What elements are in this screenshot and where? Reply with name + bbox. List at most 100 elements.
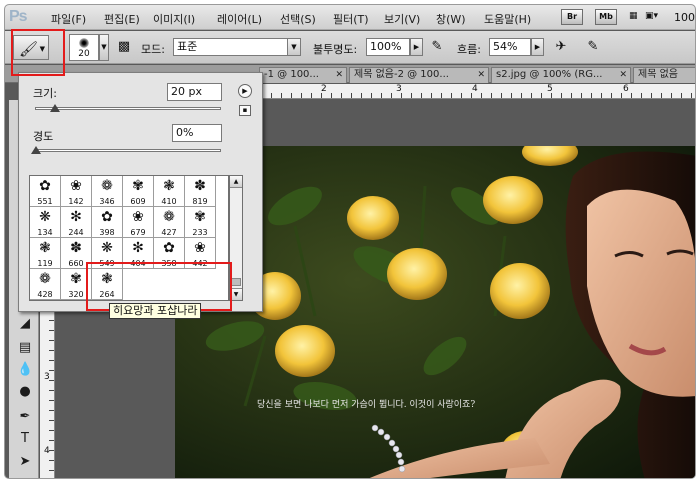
- scroll-thumb[interactable]: [231, 278, 241, 286]
- chevron-down-icon: ▼: [287, 39, 300, 55]
- pressure-size-icon[interactable]: ✎: [585, 39, 601, 55]
- brush-tip-icon: ✾: [132, 178, 144, 194]
- pen-icon[interactable]: ✒: [17, 409, 33, 425]
- menu-edit[interactable]: 편집(E): [104, 11, 140, 27]
- brush-tip-icon: ❀: [194, 240, 206, 256]
- ruler-number: 6: [623, 84, 629, 94]
- ruler-number: 2: [321, 84, 327, 94]
- brush-tip-icon: ✽: [194, 178, 206, 194]
- screen-mode-icon[interactable]: ▣▾: [645, 11, 658, 21]
- photoshop-window: Ps 파일(F) 편집(E) 이미지(I) 레이어(L) 선택(S) 필터(T)…: [4, 4, 696, 479]
- opacity-label: 불투명도:: [313, 43, 358, 56]
- opacity-slider-arrow[interactable]: ▶: [410, 38, 423, 56]
- brush-tip-icon: ✻: [132, 240, 144, 256]
- menu-file[interactable]: 파일(F): [51, 11, 86, 27]
- brush-preset-size: 134: [37, 228, 53, 237]
- brush-tip-icon: ❀: [132, 209, 144, 225]
- brush-preset-19[interactable]: ❁ 428: [30, 269, 61, 300]
- brush-preset-picker[interactable]: 20: [69, 34, 99, 61]
- brush-preset-12[interactable]: ✾ 233: [185, 207, 216, 238]
- size-slider-knob[interactable]: [49, 104, 60, 112]
- close-icon[interactable]: ✕: [619, 68, 627, 82]
- horizontal-ruler: 2 3 4 5 6: [251, 84, 695, 99]
- brush-tip-icon: ✿: [39, 178, 51, 194]
- brush-preset-size: 142: [68, 197, 84, 206]
- size-input[interactable]: 20 px: [167, 83, 222, 101]
- brush-preset-9[interactable]: ✿ 398: [92, 207, 123, 238]
- doc-tab-label: -1 @ 100...: [264, 69, 319, 80]
- airbrush-icon[interactable]: ✈: [553, 39, 569, 55]
- close-icon[interactable]: ✕: [335, 68, 343, 82]
- ruler-number: 5: [547, 84, 553, 94]
- brush-preset-6[interactable]: ✽ 819: [185, 176, 216, 207]
- brush-preset-10[interactable]: ❀ 679: [123, 207, 154, 238]
- photo-caption: 당신을 보면 나보다 먼저 가슴이 뜁니다. 이것이 사랑이죠?: [257, 400, 476, 410]
- eraser-icon[interactable]: ◢: [17, 316, 33, 332]
- brush-preset-size: 551: [37, 197, 53, 206]
- scroll-up-arrow[interactable]: ▲: [230, 176, 242, 188]
- menu-image[interactable]: 이미지(I): [153, 11, 195, 27]
- menu-help[interactable]: 도움말(H): [484, 11, 531, 27]
- close-icon[interactable]: ✕: [477, 68, 485, 82]
- size-label: 크기:: [33, 87, 57, 100]
- brush-preset-dropdown-arrow[interactable]: ▼: [99, 34, 109, 61]
- new-preset-icon[interactable]: ▪: [239, 105, 251, 116]
- brush-preset-size: 119: [37, 259, 53, 268]
- doc-tab-2[interactable]: 제목 없음-2 @ 100... ✕: [349, 67, 489, 83]
- brush-tip-icon: ❀: [70, 178, 82, 194]
- doc-tab-4[interactable]: 제목 없음: [633, 67, 695, 83]
- pressure-opacity-icon[interactable]: ✎: [429, 39, 445, 55]
- menu-select[interactable]: 선택(S): [280, 11, 316, 27]
- mode-value: 표준: [177, 40, 198, 53]
- brush-preset-2[interactable]: ❀ 142: [61, 176, 92, 207]
- brush-preset-1[interactable]: ✿ 551: [30, 176, 61, 207]
- brush-tip-icon: ❃: [39, 240, 51, 256]
- brush-preset-size: 428: [37, 290, 53, 299]
- doc-tab-3[interactable]: s2.jpg @ 100% (RG... ✕: [491, 67, 631, 83]
- mode-select[interactable]: 표준 ▼: [173, 38, 301, 56]
- type-icon[interactable]: T: [17, 431, 33, 447]
- brush-tip-icon: ✻: [70, 209, 82, 225]
- brush-tip-icon: ❁: [101, 178, 113, 194]
- hardness-slider-knob[interactable]: [31, 146, 41, 154]
- hardness-value: 0%: [176, 126, 194, 139]
- brush-preset-7[interactable]: ❋ 134: [30, 207, 61, 238]
- picker-menu-icon[interactable]: ▶: [238, 84, 252, 98]
- brush-preset-size: 233: [192, 228, 208, 237]
- gradient-icon[interactable]: ▤: [17, 340, 33, 356]
- brush-preset-13[interactable]: ❃ 119: [30, 238, 61, 269]
- brush-preset-size: 679: [130, 228, 146, 237]
- doc-tab-label: s2.jpg @ 100% (RG...: [496, 69, 603, 80]
- brush-preset-3[interactable]: ❁ 346: [92, 176, 123, 207]
- mini-bridge-button[interactable]: Mb: [595, 9, 617, 25]
- brush-preset-5[interactable]: ❃ 410: [154, 176, 185, 207]
- brush-preset-4[interactable]: ✾ 609: [123, 176, 154, 207]
- dodge-icon[interactable]: ●: [17, 384, 33, 400]
- menu-layer[interactable]: 레이어(L): [217, 11, 262, 27]
- grid-view-icon[interactable]: ▦: [629, 11, 638, 21]
- brush-preset-size: 398: [99, 228, 115, 237]
- bridge-button[interactable]: Br: [561, 9, 583, 25]
- menu-view[interactable]: 보기(V): [384, 11, 420, 27]
- opacity-input[interactable]: 100%: [366, 38, 410, 56]
- app-logo: Ps: [9, 8, 28, 25]
- doc-tab-label: 제목 없음: [638, 69, 678, 80]
- hardness-slider[interactable]: [31, 146, 221, 154]
- soft-brush-icon: [79, 38, 89, 48]
- zoom-readout[interactable]: 100: [674, 11, 695, 24]
- doc-tab-1[interactable]: -1 @ 100... ✕: [259, 67, 347, 83]
- brush-tip-icon: ❃: [163, 178, 175, 194]
- brush-preset-8[interactable]: ✻ 244: [61, 207, 92, 238]
- menu-bar: Ps 파일(F) 편집(E) 이미지(I) 레이어(L) 선택(S) 필터(T)…: [5, 5, 695, 30]
- blur-icon[interactable]: 💧: [17, 362, 33, 378]
- brush-tip-icon: ✽: [70, 240, 82, 256]
- menu-filter[interactable]: 필터(T): [333, 11, 369, 27]
- size-slider[interactable]: [35, 104, 221, 112]
- flow-input[interactable]: 54%: [489, 38, 531, 56]
- brush-preset-11[interactable]: ❁ 427: [154, 207, 185, 238]
- path-selection-icon[interactable]: ➤: [17, 454, 33, 470]
- flow-slider-arrow[interactable]: ▶: [531, 38, 544, 56]
- menu-window[interactable]: 창(W): [436, 11, 466, 27]
- brush-panel-toggle-icon[interactable]: ▩: [116, 39, 132, 55]
- hardness-input[interactable]: 0%: [172, 124, 222, 142]
